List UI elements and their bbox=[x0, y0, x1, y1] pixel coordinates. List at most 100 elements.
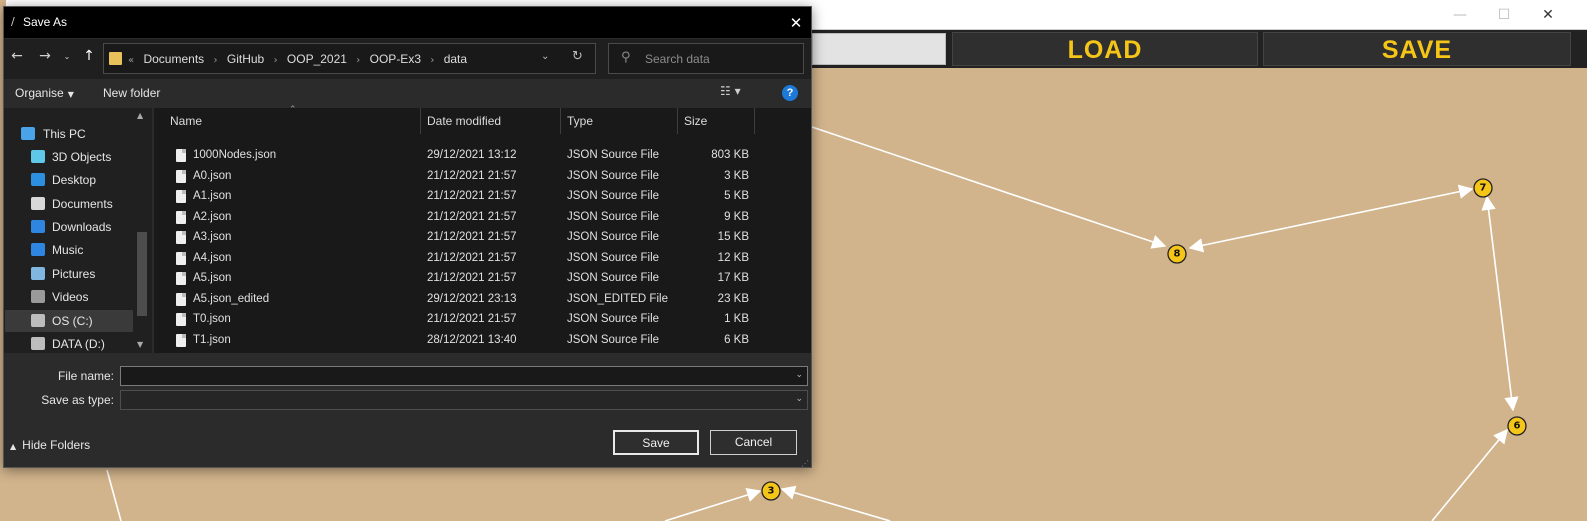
file-date: 21/12/2021 21:57 bbox=[427, 170, 517, 182]
nav-item-pictures[interactable]: Pictures bbox=[5, 263, 133, 285]
minimize-icon[interactable]: — bbox=[1440, 4, 1480, 26]
search-input[interactable] bbox=[645, 50, 795, 68]
chevron-down-icon[interactable]: ⌄ bbox=[795, 394, 803, 404]
sort-caret-icon: ⌃ bbox=[289, 105, 297, 115]
column-header-date[interactable]: Date modified bbox=[427, 114, 501, 128]
breadcrumb-separator-icon[interactable]: › bbox=[356, 55, 360, 66]
breadcrumb-item[interactable]: GitHub bbox=[227, 52, 264, 66]
dialog-cancel-button[interactable]: Cancel bbox=[710, 430, 797, 455]
file-row[interactable]: T0.json 21/12/2021 21:57 JSON Source Fil… bbox=[154, 310, 811, 330]
nav-item-this-pc[interactable]: This PC bbox=[5, 123, 133, 145]
recent-locations-icon[interactable]: ⌄ bbox=[61, 52, 73, 61]
desktop-icon bbox=[31, 173, 45, 186]
download-icon bbox=[31, 220, 45, 233]
column-headers: ⌃ Name Date modified Type Size bbox=[154, 105, 811, 134]
file-row[interactable]: A3.json 21/12/2021 21:57 JSON Source Fil… bbox=[154, 228, 811, 248]
file-size: 3 KB bbox=[724, 170, 749, 182]
save-as-type-select[interactable]: ⌄ bbox=[120, 390, 808, 410]
column-header-name[interactable]: Name bbox=[170, 114, 202, 128]
file-name-input[interactable] bbox=[125, 369, 785, 383]
nav-item-3d-objects[interactable]: 3D Objects bbox=[5, 146, 133, 168]
help-icon[interactable]: ? bbox=[782, 85, 798, 101]
close-icon[interactable]: ✕ bbox=[784, 12, 808, 34]
chevron-down-icon[interactable]: ⌄ bbox=[541, 51, 549, 62]
save-as-type-value[interactable] bbox=[125, 393, 785, 407]
graph-node[interactable]: 7 bbox=[1473, 178, 1493, 198]
nav-item-videos[interactable]: Videos bbox=[5, 286, 133, 308]
file-row[interactable]: A1.json 21/12/2021 21:57 JSON Source Fil… bbox=[154, 187, 811, 207]
organise-menu-button[interactable]: Organise ▼ bbox=[15, 86, 74, 100]
graph-node[interactable]: 6 bbox=[1507, 416, 1527, 436]
column-divider[interactable] bbox=[420, 108, 421, 134]
view-options-icon[interactable]: ☷ ▾ bbox=[720, 84, 741, 98]
search-box[interactable]: ⚲ bbox=[608, 43, 804, 74]
caret-up-icon: ▲ bbox=[10, 442, 17, 451]
file-list: ⌃ Name Date modified Type Size 1000Nodes… bbox=[154, 105, 811, 353]
nav-item-data-d[interactable]: DATA (D:) bbox=[5, 333, 133, 353]
nav-item-music[interactable]: Music bbox=[5, 239, 133, 261]
column-divider[interactable] bbox=[754, 108, 755, 134]
column-header-size[interactable]: Size bbox=[684, 114, 707, 128]
file-name-combobox[interactable]: ⌄ bbox=[120, 366, 808, 386]
forward-arrow-icon[interactable]: → bbox=[36, 48, 54, 64]
up-arrow-icon[interactable]: ↑ bbox=[80, 48, 98, 64]
column-header-type[interactable]: Type bbox=[567, 114, 593, 128]
file-type: JSON Source File bbox=[567, 231, 660, 243]
nav-item-label: Documents bbox=[52, 197, 113, 211]
file-row[interactable]: A2.json 21/12/2021 21:57 JSON Source Fil… bbox=[154, 208, 811, 228]
scroll-up-icon[interactable]: ▲ bbox=[137, 111, 143, 120]
overflow-chevron-icon[interactable]: « bbox=[128, 55, 134, 66]
breadcrumb-separator-icon[interactable]: › bbox=[430, 55, 434, 66]
maximize-icon[interactable]: ☐ bbox=[1484, 4, 1524, 26]
save-button[interactable]: SAVE bbox=[1263, 32, 1571, 66]
breadcrumb-item[interactable]: data bbox=[444, 52, 467, 66]
dialog-save-button[interactable]: Save bbox=[613, 430, 699, 455]
chevron-down-icon[interactable]: ⌄ bbox=[795, 370, 803, 380]
hide-folders-toggle[interactable]: ▲ Hide Folders bbox=[10, 438, 90, 452]
graph-node[interactable]: 8 bbox=[1167, 244, 1187, 264]
breadcrumb-separator-icon[interactable]: › bbox=[214, 55, 218, 66]
file-row[interactable]: A5.json_edited 29/12/2021 23:13 JSON_EDI… bbox=[154, 290, 811, 310]
drive-icon bbox=[31, 314, 45, 327]
file-name: A2.json bbox=[193, 211, 232, 223]
file-size: 9 KB bbox=[724, 211, 749, 223]
back-arrow-icon[interactable]: ← bbox=[8, 48, 26, 64]
music-icon bbox=[31, 243, 45, 256]
column-divider[interactable] bbox=[677, 108, 678, 134]
breadcrumb-item[interactable]: Documents bbox=[143, 52, 204, 66]
file-type: JSON Source File bbox=[567, 211, 660, 223]
breadcrumb-separator-icon[interactable]: › bbox=[274, 55, 278, 66]
file-row[interactable]: A5.json 21/12/2021 21:57 JSON Source Fil… bbox=[154, 269, 811, 289]
videos-icon bbox=[31, 290, 45, 303]
scrollbar-thumb[interactable] bbox=[137, 232, 147, 316]
file-icon bbox=[176, 293, 186, 306]
resize-grip-icon[interactable]: ⋰ bbox=[801, 459, 809, 468]
breadcrumb-item[interactable]: OOP-Ex3 bbox=[370, 52, 421, 66]
breadcrumb-item[interactable]: OOP_2021 bbox=[287, 52, 347, 66]
nav-item-downloads[interactable]: Downloads bbox=[5, 216, 133, 238]
column-divider[interactable] bbox=[560, 108, 561, 134]
nav-item-os-c[interactable]: OS (C:) bbox=[5, 310, 133, 332]
file-row[interactable]: A4.json 21/12/2021 21:57 JSON Source Fil… bbox=[154, 249, 811, 269]
file-row[interactable]: 1000Nodes.json 29/12/2021 13:12 JSON Sou… bbox=[154, 146, 811, 166]
new-folder-button[interactable]: New folder bbox=[103, 86, 160, 100]
document-icon bbox=[31, 197, 45, 210]
file-size: 15 KB bbox=[717, 231, 749, 243]
address-bar[interactable]: « Documents › GitHub › OOP_2021 › OOP-Ex… bbox=[103, 43, 596, 74]
file-type: JSON_EDITED File bbox=[567, 293, 668, 305]
command-bar: Organise ▼ New folder ☷ ▾ ? bbox=[4, 80, 811, 107]
graph-node[interactable]: 3 bbox=[761, 481, 781, 501]
file-icon bbox=[176, 211, 186, 224]
file-date: 21/12/2021 21:57 bbox=[427, 272, 517, 284]
graph-edge bbox=[1481, 195, 1519, 412]
app-text-input[interactable] bbox=[812, 33, 946, 65]
nav-item-documents[interactable]: Documents bbox=[5, 193, 133, 215]
scroll-down-icon[interactable]: ▼ bbox=[137, 340, 143, 349]
refresh-icon[interactable]: ↻ bbox=[572, 49, 583, 64]
close-icon[interactable]: ✕ bbox=[1528, 4, 1568, 26]
file-row[interactable]: T1.json 28/12/2021 13:40 JSON Source Fil… bbox=[154, 331, 811, 351]
nav-pane-scrollbar[interactable]: ▲ ▼ bbox=[134, 108, 150, 353]
nav-item-desktop[interactable]: Desktop bbox=[5, 169, 133, 191]
load-button[interactable]: LOAD bbox=[952, 32, 1258, 66]
file-row[interactable]: A0.json 21/12/2021 21:57 JSON Source Fil… bbox=[154, 167, 811, 187]
